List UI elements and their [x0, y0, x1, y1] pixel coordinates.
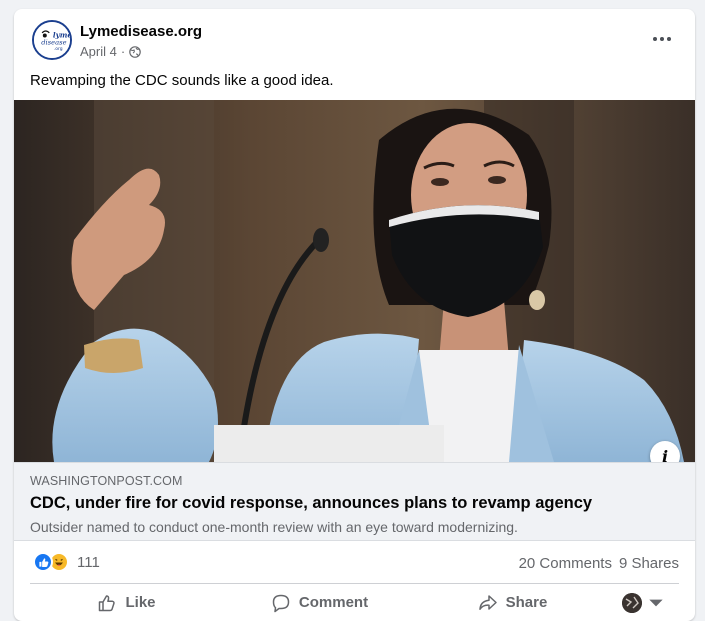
svg-text:disease: disease [41, 39, 66, 47]
caret-down-icon [649, 599, 663, 606]
link-title: CDC, under fire for covid response, anno… [30, 494, 593, 512]
post-date[interactable]: April 4 [80, 44, 117, 59]
comments-count[interactable]: 20 Comments [519, 555, 612, 572]
post-text: Revamping the CDC sounds like a good ide… [30, 72, 334, 89]
svg-text:.org: .org [54, 46, 63, 52]
link-domain: WASHINGTONPOST.COM [30, 474, 183, 488]
page-avatar[interactable]: lyme disease .org [32, 20, 72, 60]
post-as-selector[interactable] [609, 584, 679, 621]
comment-icon [272, 594, 290, 612]
post-meta: April 4 · [80, 44, 142, 59]
share-button[interactable]: Share [416, 584, 609, 621]
like-reaction-icon [33, 552, 53, 572]
post-image[interactable] [14, 100, 695, 462]
comment-button[interactable]: Comment [223, 584, 416, 621]
share-label: Share [505, 594, 548, 611]
post-stats: 111 20 Comments 9 Shares [14, 541, 695, 581]
lymedisease-logo-icon: lyme disease .org [34, 22, 70, 58]
reaction-count: 111 [77, 553, 100, 571]
thumbs-up-icon [99, 594, 116, 611]
feed-post: lyme disease .org Lymedisease.org April … [14, 9, 695, 621]
globe-icon [129, 45, 142, 58]
post-actions: Like Comment Share [30, 584, 679, 621]
more-options-button[interactable] [647, 27, 677, 51]
reactions-summary[interactable]: 111 [33, 552, 100, 572]
user-avatar [622, 592, 642, 613]
share-icon [478, 594, 497, 610]
like-label: Like [125, 594, 156, 611]
page-name[interactable]: Lymedisease.org [80, 23, 202, 40]
link-description: Outsider named to conduct one-month revi… [30, 519, 518, 535]
post-header: lyme disease .org Lymedisease.org April … [14, 9, 695, 67]
more-horizontal-icon [653, 37, 657, 41]
like-button[interactable]: Like [30, 584, 223, 621]
engagement-counts: 20 Comments 9 Shares [519, 555, 679, 572]
link-preview[interactable]: WASHINGTONPOST.COM CDC, under fire for c… [14, 462, 695, 541]
meta-separator: · [120, 44, 126, 59]
shares-count[interactable]: 9 Shares [619, 555, 679, 572]
comment-label: Comment [298, 594, 369, 611]
